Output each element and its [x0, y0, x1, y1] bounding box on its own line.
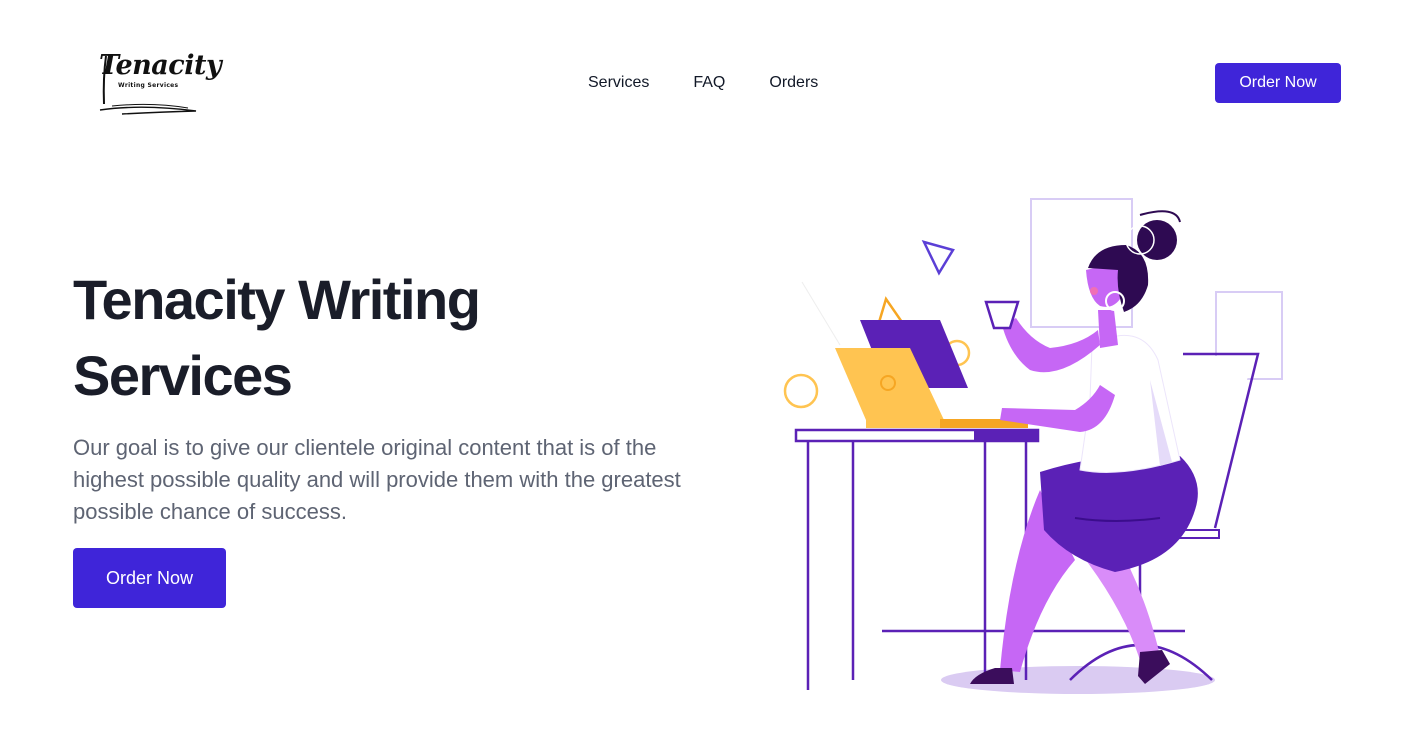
hero-order-now-button[interactable]: Order Now [73, 548, 226, 608]
logo-title: Tenacity [99, 50, 222, 81]
landing-page: Tenacity Writing Services Services FAQ O… [0, 0, 1423, 750]
cheek [1090, 287, 1098, 295]
nav-link-services[interactable]: Services [588, 73, 649, 93]
nav-link-orders[interactable]: Orders [769, 73, 818, 93]
triangle-shape-icon [921, 240, 955, 276]
logo[interactable]: Tenacity Writing Services [92, 48, 222, 118]
nav-link-faq[interactable]: FAQ [693, 73, 725, 93]
light-line [801, 281, 841, 346]
hero-description: Our goal is to give our clientele origin… [73, 435, 681, 524]
woman-at-laptop-illustration [783, 198, 1283, 694]
circle-shape-icon [783, 373, 819, 409]
header-order-now-button[interactable]: Order Now [1215, 63, 1341, 103]
main-nav: Services FAQ Orders [588, 73, 818, 93]
logo-subtitle: Writing Services [118, 82, 179, 89]
neck [1098, 310, 1118, 348]
hero-title: Tenacity Writing Services [73, 268, 481, 407]
desk-top-dark [974, 430, 1038, 441]
